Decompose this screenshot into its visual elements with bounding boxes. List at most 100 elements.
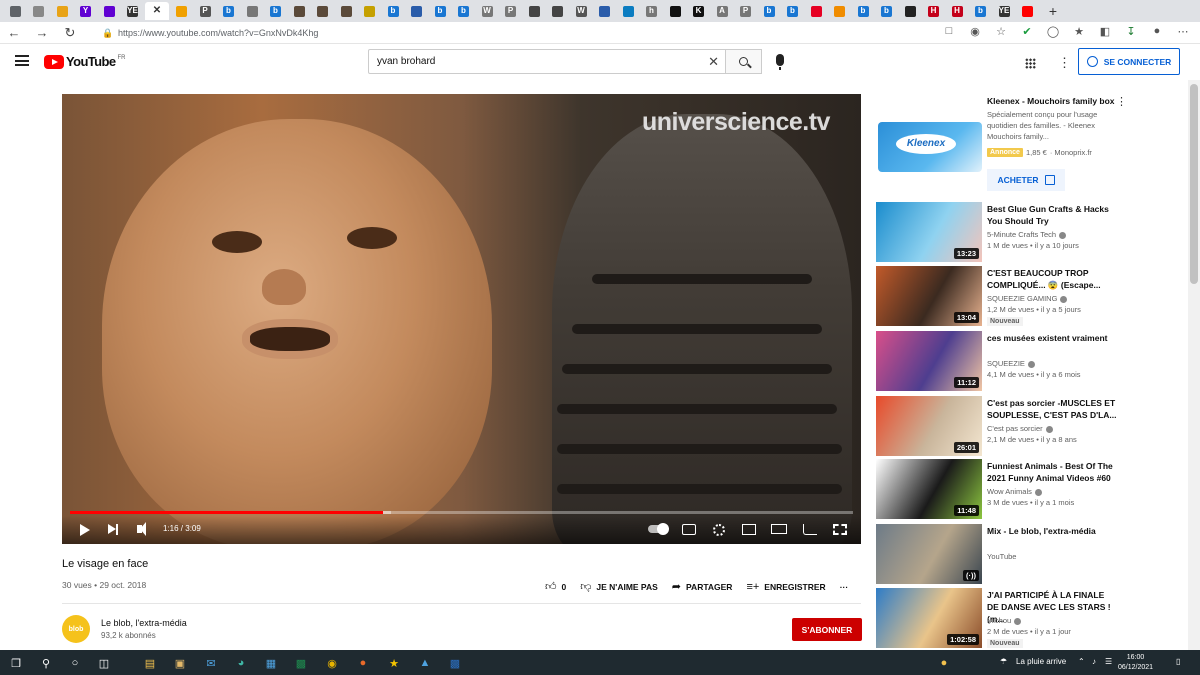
recommended-video[interactable]: 26:01 C'est pas sorcier -MUSCLES ET SOUPL… [876,396,1196,456]
subtitles-icon[interactable] [682,524,696,535]
edge-icon[interactable]: ◕ [233,655,249,671]
page-scrollbar[interactable] [1188,80,1200,650]
clear-search-icon[interactable]: ✕ [708,50,719,73]
browser-tab[interactable]: W [476,2,498,20]
play-icon[interactable] [80,524,90,536]
store-icon[interactable]: ▣ [172,655,188,671]
browser-tab[interactable] [359,2,381,20]
video-thumbnail[interactable]: 26:01 [876,396,982,456]
browser-tab[interactable]: H [946,2,968,20]
search-input[interactable]: yvan brohard ✕ [368,49,726,74]
weather-icon[interactable]: ☂ [1000,657,1007,666]
browser-tab[interactable]: A [711,2,733,20]
browser-tab[interactable]: h [641,2,663,20]
recommended-video[interactable]: 1:02:58 J'AI PARTICIPÉ À LA FINALE DE DAN… [876,588,1196,648]
excel-icon[interactable]: ▩ [293,655,309,671]
browser-tab[interactable]: b [852,2,874,20]
file-explorer-icon[interactable]: ▤ [142,655,158,671]
sign-in-button[interactable]: SE CONNECTER [1078,48,1180,75]
notification-app-icon[interactable]: ● [936,655,952,671]
scrollbar-thumb[interactable] [1190,84,1198,284]
app-icon[interactable]: ★ [386,655,402,671]
video-title[interactable]: C'EST BEAUCOUP TROP COMPLIQUÉ... 😨 (Esca… [987,267,1117,291]
calendar-icon[interactable]: ▦ [263,655,279,671]
fullscreen-icon[interactable] [833,524,847,535]
browser-tab[interactable] [4,2,26,20]
url-field[interactable]: 🔒 https://www.youtube.com/watch?v=GnxNvD… [100,25,900,41]
browser-tab[interactable]: b [382,2,404,20]
browser-tab[interactable] [829,2,851,20]
browser-tab[interactable]: b [265,2,287,20]
browser-tab[interactable] [406,2,428,20]
menu-hamburger-icon[interactable] [15,55,29,66]
cast-icon[interactable] [803,524,817,535]
menu-icon[interactable]: ⋯ [1176,25,1190,38]
task-view-icon[interactable]: ◫ [96,655,112,671]
microphone-icon[interactable] [776,54,784,70]
theater-mode-icon[interactable] [771,524,787,534]
video-thumbnail[interactable]: 13:04 [876,266,982,326]
browser-tab[interactable]: b [782,2,804,20]
dislike-button[interactable]: 👎︎ JE N'AIME PAS [580,580,658,593]
browser-tab[interactable] [28,2,50,20]
browser-tab[interactable]: b [970,2,992,20]
browser-tab[interactable] [335,2,357,20]
apps-grid-icon[interactable] [1025,58,1036,69]
recommended-video[interactable]: 13:04 C'EST BEAUCOUP TROP COMPLIQUÉ... 😨 … [876,266,1196,326]
browser-tab[interactable] [98,2,120,20]
browser-tab[interactable] [312,2,334,20]
buy-button[interactable]: ACHETER [987,169,1065,191]
youtube-logo[interactable]: YouTube FR [44,54,125,69]
recommended-video[interactable]: 13:23 Best Glue Gun Crafts & Hacks You Sh… [876,202,1196,262]
progress-bar[interactable] [70,511,853,514]
search-icon[interactable]: ⚲ [38,655,54,671]
app-available-icon[interactable]: □ [942,25,956,38]
browser-tab[interactable] [1017,2,1039,20]
recommended-video[interactable]: 11:12 ces musées existent vraiment SQUEEZI… [876,331,1196,391]
favorite-icon[interactable]: ☆ [994,25,1008,38]
action-center-icon[interactable]: ▯ [1176,657,1180,666]
browser-tab[interactable]: b [758,2,780,20]
video-title[interactable]: C'est pas sorcier -MUSCLES ET SOUPLESSE,… [987,397,1117,421]
browser-tab[interactable] [523,2,545,20]
browser-tab[interactable]: P [500,2,522,20]
browser-tab[interactable]: Y [75,2,97,20]
browser-tab[interactable] [171,2,193,20]
browser-tab[interactable]: H [923,2,945,20]
ad-thumbnail[interactable]: Kleenex [876,94,982,194]
chrome-icon[interactable]: ◉ [324,655,340,671]
browser-tab[interactable] [288,2,310,20]
browser-tab[interactable] [617,2,639,20]
browser-tab[interactable] [547,2,569,20]
autoplay-toggle[interactable] [648,523,669,535]
browser-tab[interactable]: P [735,2,757,20]
video-thumbnail[interactable]: (·)) [876,524,982,584]
browser-tab[interactable] [664,2,686,20]
channel-avatar[interactable]: blob [62,615,90,643]
recommended-video[interactable]: 11:48 Funniest Animals - Best Of The 2021… [876,459,1196,519]
browser-tab[interactable] [805,2,827,20]
browser-icon[interactable]: ● [355,655,371,671]
video-title[interactable]: Mix - Le blob, l'extra-média [987,525,1117,537]
settings-kebab-icon[interactable]: ⋮ [1058,55,1071,71]
browser-tab[interactable]: b [876,2,898,20]
volume-tray-icon[interactable]: ♪ [1092,657,1096,666]
ad-more-icon[interactable]: ⋮ [1116,95,1127,108]
recommended-video[interactable]: (·)) Mix - Le blob, l'extra-média YouTube [876,524,1196,584]
browser-tab[interactable]: YE [993,2,1015,20]
favorites-bar-icon[interactable]: ★ [1072,25,1086,38]
extension-icon[interactable]: ◉ [968,25,982,38]
browser-tab[interactable]: b [453,2,475,20]
new-tab-button[interactable]: + [1044,3,1062,19]
close-tab-icon[interactable]: ✕ [152,6,163,17]
video-thumbnail[interactable]: 1:02:58 [876,588,982,648]
browser-tab[interactable] [899,2,921,20]
volume-icon[interactable] [137,522,146,536]
profile-avatar-icon[interactable]: ● [1150,25,1164,38]
video-title[interactable]: Best Glue Gun Crafts & Hacks You Should … [987,203,1117,227]
like-button[interactable]: 👍︎ 0 [545,580,566,593]
browser-tab[interactable]: K [688,2,710,20]
browser-tab[interactable]: YE [122,2,144,20]
photos-icon[interactable]: ▲ [417,655,433,671]
collections-icon[interactable]: ◧ [1098,25,1112,38]
